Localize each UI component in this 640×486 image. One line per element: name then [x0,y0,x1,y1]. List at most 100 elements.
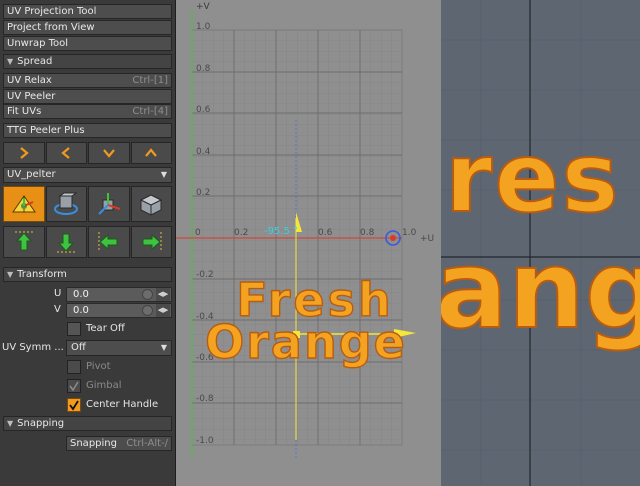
checkmark-icon [69,400,79,411]
y-tick-label: 0.8 [196,64,211,74]
tear-off-checkbox[interactable] [67,322,81,336]
button-label: Unwrap Tool [7,38,69,49]
checkmark-icon [69,381,79,392]
transform-tool-row [3,186,172,222]
arrow-button-row [3,142,172,164]
v-value-field[interactable]: 0.0 ◀▶ [66,303,172,318]
unwrap-tool-button[interactable]: Unwrap Tool [3,36,172,51]
dropdown-value: UV_pelter [7,169,56,180]
gimbal-label: Gimbal [86,380,122,391]
v-label: V [54,304,61,315]
3d-viewport[interactable]: res ang [441,0,640,486]
x-tick-label: 1.0 [402,228,417,238]
section-title: Transform [17,269,67,280]
v-axis-label: +V [196,2,210,12]
tear-off-label: Tear Off [86,323,125,334]
tool-panel: UV Projection Tool Project from View Unw… [0,0,176,486]
gimbal-checkbox[interactable] [67,379,81,393]
snapping-section-header[interactable]: ▼ Snapping [3,416,172,431]
dropdown-arrow-icon: ▼ [160,343,167,352]
chevron-right-icon [20,147,29,159]
y-tick-label: -0.8 [196,394,214,404]
uv-peeler-button[interactable]: UV Peeler [3,89,172,104]
rotate-tool-icon [54,192,79,215]
stepper-arrows-icon[interactable]: ◀▶ [156,288,170,301]
transform-tool-button[interactable] [130,186,172,222]
y-tick-label: -1.0 [196,436,214,446]
u-value: 0.0 [73,289,89,300]
align-bottom-button[interactable] [45,226,87,258]
pivot-label: Pivot [86,361,111,372]
uv-editor-viewport[interactable]: +V +U 1.0 0.8 0.6 0.4 0.2 -0.2 -0.4 -0.6… [176,0,441,486]
x-tick-label: 0.2 [234,228,249,238]
transform-section-header[interactable]: ▼ Transform [3,267,172,282]
button-label: UV Relax [7,75,52,86]
align-left-button[interactable] [88,226,130,258]
arrow-right-icon [142,232,162,252]
move-tool-button[interactable] [3,186,45,222]
button-label: TTG Peeler Plus [7,125,85,136]
spread-section-header[interactable]: ▼ Spread [3,54,172,69]
section-title: Spread [17,56,53,67]
button-label: Snapping [70,438,117,449]
x-tick-label: 0.8 [360,228,375,238]
section-title: Snapping [17,418,65,429]
shortcut-label: Ctrl-[1] [132,75,168,86]
transform-tool-icon [140,194,163,216]
y-tick-label: 0.4 [196,147,211,157]
next-down-button[interactable] [88,142,130,164]
dropdown-value: Off [71,342,86,353]
mesh-text-top: res [444,122,621,234]
arrow-down-icon [57,233,76,253]
button-label: UV Peeler [7,91,56,102]
button-label: UV Projection Tool [7,6,97,17]
ttg-peeler-plus-button[interactable]: TTG Peeler Plus [3,123,172,138]
project-from-view-button[interactable]: Project from View [3,20,172,35]
center-handle-checkbox[interactable] [67,398,81,412]
reset-icon[interactable] [142,305,153,316]
align-right-button[interactable] [130,226,172,258]
shortcut-label: Ctrl-Alt-/ [126,438,168,449]
align-button-row [3,226,172,258]
align-top-button[interactable] [3,226,45,258]
chevron-left-icon [61,147,70,159]
chevron-up-icon [145,148,158,157]
uv-mesh-text: Fresh Orange [190,275,422,369]
mesh-text-bottom: ang [441,228,640,353]
rotate-tool-button[interactable] [45,186,87,222]
pivot-checkbox[interactable] [67,360,81,374]
scale-tool-button[interactable] [88,186,130,222]
collapse-triangle-icon: ▼ [7,270,14,279]
angle-readout: -95.5 ° [264,226,299,237]
next-left-button[interactable] [45,142,87,164]
uv-symmetry-label: UV Symm ... [2,342,64,353]
arrow-up-icon [14,231,33,251]
next-right-button[interactable] [3,142,45,164]
y-tick-label: 1.0 [196,22,211,32]
chevron-down-icon [102,149,115,158]
x-tick-label: 0.6 [318,228,333,238]
shortcut-label: Ctrl-[4] [132,106,168,117]
collapse-triangle-icon: ▼ [7,419,14,428]
snapping-button[interactable]: Snapping Ctrl-Alt-/ [66,436,172,451]
uv-mode-dropdown[interactable]: UV_pelter ▼ [3,167,172,183]
uv-symmetry-dropdown[interactable]: Off ▼ [66,340,172,356]
center-handle-label: Center Handle [86,399,159,410]
stepper-arrows-icon[interactable]: ◀▶ [156,304,170,317]
uv-relax-button[interactable]: UV Relax Ctrl-[1] [3,73,172,88]
u-axis-label: +U [420,234,435,244]
next-up-button[interactable] [130,142,172,164]
u-value-field[interactable]: 0.0 ◀▶ [66,287,172,302]
reset-icon[interactable] [142,289,153,300]
button-label: Project from View [7,22,95,33]
collapse-triangle-icon: ▼ [7,57,14,66]
move-tool-icon [11,195,36,213]
dropdown-arrow-icon: ▼ [160,170,167,179]
v-value: 0.0 [73,305,89,316]
uv-projection-tool-button[interactable]: UV Projection Tool [3,4,172,19]
fit-uvs-button[interactable]: Fit UVs Ctrl-[4] [3,104,172,119]
x-tick-label: 0 [195,228,201,238]
uv-mesh-line: Orange [204,315,407,369]
y-tick-label: 0.2 [196,188,211,198]
y-tick-label: 0.6 [196,105,211,115]
